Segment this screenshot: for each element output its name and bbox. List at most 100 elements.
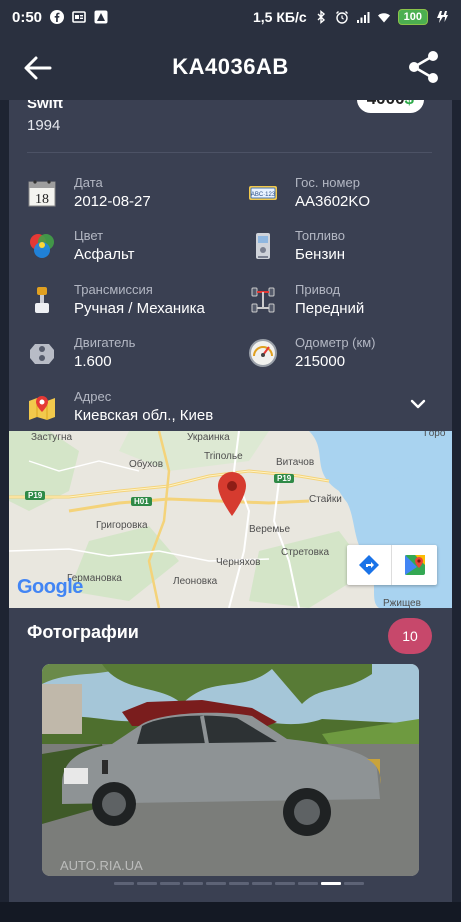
map-label-rzhishchev: Ржищев [383,598,421,608]
carousel-dot[interactable] [183,882,203,885]
map-label-veremye: Веремье [249,524,291,535]
calendar-icon: 18 [28,180,56,207]
road-badge-p19-east: P19 [274,474,295,483]
field-date: 18 Дата 2012-08-27 [27,175,151,212]
page-title: KA4036AB [172,54,289,79]
triangle-app-icon [94,10,108,24]
location-map[interactable]: Застугна Украинка Горо Обухов Triполье В… [9,431,452,608]
divider [27,152,432,153]
carousel-dot[interactable] [206,882,226,885]
road-badge-p19-west: P19 [25,491,46,500]
drive-value: Передний [295,300,365,317]
wifi-icon [377,13,390,23]
status-bar: 0:50 1,5 КБ/с 100 [0,0,461,34]
directions-button[interactable] [347,545,392,585]
photo-count-badge[interactable]: 10 [388,618,432,654]
address-value: Киевская обл., Киев [74,407,214,424]
car-photo[interactable]: AUTO.RIA.UA [42,664,419,876]
gearbox-icon [35,287,49,313]
carousel-dot[interactable] [160,882,180,885]
map-label-vitachov: Витачов [276,457,315,468]
engine-icon [30,344,54,364]
map-pin-icon [29,396,55,420]
field-drive: Привод Передний [248,282,364,319]
field-address[interactable]: Адрес Киевская обл., Киев [27,389,213,426]
car-model: Swift [27,100,63,112]
photo-watermark: AUTO.RIA.UA [60,858,143,873]
map-label-gorodok: Горо [424,431,446,439]
svg-text:18: 18 [35,192,49,207]
directions-icon [359,555,379,575]
plate-value: AA3602KO [295,193,371,210]
alarm-icon [335,11,348,24]
map-label-chernyahov: Черняхов [216,557,261,568]
carousel-dots [114,882,364,885]
carousel-dot[interactable] [298,882,318,885]
svg-text:ABC·123: ABC·123 [251,192,276,198]
car-photo-image: AUTO.RIA.UA [42,664,419,876]
field-odometer: Одометр (км) 215000 [248,335,375,372]
carousel-dot[interactable] [114,882,134,885]
fuel-pump-icon [256,233,270,259]
transmission-value: Ручная / Механика [74,300,205,317]
charging-icon [437,11,448,23]
share-icon[interactable] [407,49,441,85]
network-speed: 1,5 КБ/с [253,9,307,25]
drivetrain-icon [251,287,275,313]
address-label: Адрес [74,389,112,404]
bluetooth-icon [317,10,325,24]
odometer-icon [249,339,277,367]
map-label-leonovka: Леоновка [173,576,218,587]
field-plate: ABC·123 Гос. номер AA3602KO [248,175,370,212]
news-icon [72,11,86,23]
color-palette-icon [30,234,54,258]
battery-indicator: 100 [397,9,428,25]
map-label-staiki: Стайки [309,494,342,505]
carousel-dot[interactable] [275,882,295,885]
carousel-dot[interactable] [137,882,157,885]
google-logo-text: Google [17,576,83,598]
carousel-dot[interactable] [344,882,364,885]
fuel-value: Бензин [295,246,346,263]
price-value: 4000 [367,100,405,108]
license-plate-icon: ABC·123 [249,186,277,200]
photos-card: Фотографии 10 AUTO.RIA.UA [9,610,452,902]
price-currency: $ [405,100,414,108]
engine-value: 1.600 [74,353,112,370]
drive-label: Привод [295,282,341,297]
field-fuel: Топливо Бензин [248,228,345,265]
location-pin-icon[interactable] [217,471,247,517]
google-logo: Google [17,576,83,599]
carousel-dot[interactable] [321,882,341,885]
back-arrow-icon[interactable] [22,52,54,84]
open-in-maps-button[interactable] [392,545,437,585]
status-time: 0:50 [12,8,43,26]
map-buttons [347,545,437,585]
carousel-dot[interactable] [229,882,249,885]
color-label: Цвет [74,228,104,243]
chevron-down-icon[interactable] [410,398,426,410]
odometer-label: Одометр (км) [295,335,376,350]
color-value: Асфальт [74,246,135,263]
engine-label: Двигатель [74,335,136,350]
photos-title: Фотографии [27,622,139,642]
field-engine: Двигатель 1.600 [27,335,135,372]
date-value: 2012-08-27 [74,193,151,210]
carousel-dot[interactable] [252,882,272,885]
transmission-label: Трансмиссия [74,282,153,297]
car-year: 1994 [27,117,61,134]
price-badge: 4000$ [356,100,424,113]
facebook-icon [50,10,65,24]
google-maps-icon [404,555,425,575]
app-bar: KA4036AB [0,34,461,100]
map-label-zastugna: Застугна [31,432,73,443]
road-badge-h01: H01 [131,497,152,506]
system-nav-bar [0,902,461,922]
odometer-value: 215000 [295,353,346,370]
map-label-grigorovka: Григоровка [96,520,148,531]
plate-label: Гос. номер [295,175,360,190]
map-label-ukrainka: Украинка [187,432,230,443]
map-label-tripolye: Triполье [204,451,243,462]
field-color: Цвет Асфальт [27,228,134,265]
signal-icon [356,12,370,23]
